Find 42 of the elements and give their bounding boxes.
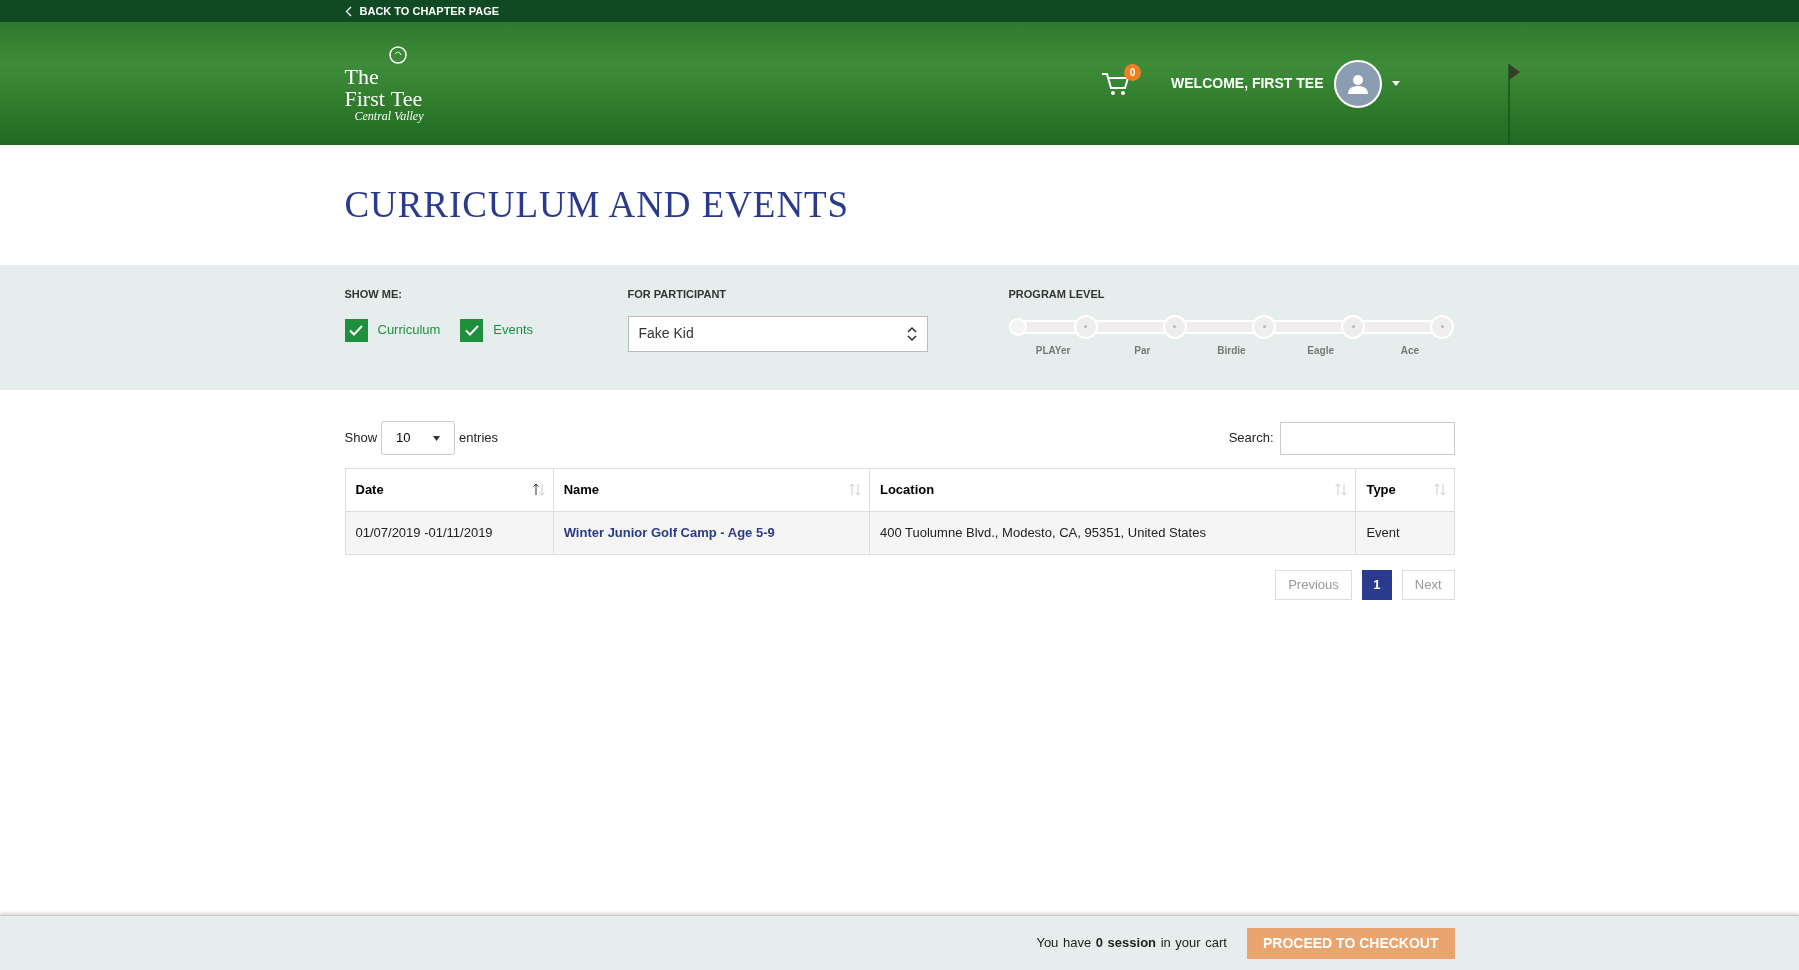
sort-icon[interactable] — [532, 483, 545, 496]
flag-icon — [1506, 64, 1521, 144]
program-level-slider[interactable] — [1008, 314, 1455, 339]
slider-thumb[interactable] — [1008, 317, 1027, 336]
table-cell: 01/07/2019 -01/11/2019 — [355, 525, 493, 541]
level-label: Eagle — [1307, 343, 1335, 358]
level-label: Ace — [1400, 343, 1420, 358]
cart-count-badge: 0 — [1124, 63, 1142, 81]
participant-select[interactable]: Fake Kid — [627, 315, 928, 352]
cart-message: You have 0 session in your cart — [1036, 934, 1227, 953]
participant-label: FOR PARTICIPANT — [627, 287, 728, 302]
table-cell: Event — [1366, 525, 1400, 541]
caret-icon — [433, 435, 441, 441]
level-label: Par — [1134, 343, 1151, 358]
check-icon — [464, 324, 479, 336]
entries-select[interactable]: 10 — [381, 421, 456, 455]
level-label: Birdie — [1217, 343, 1246, 358]
entries-label: entries — [459, 429, 499, 448]
logo: The First Tee Central Valley — [344, 45, 424, 122]
welcome-text: WELCOME, FIRST TEE — [1171, 74, 1324, 93]
checkbox-label: Events — [493, 321, 534, 340]
check-icon — [349, 324, 363, 336]
checkbox[interactable] — [344, 318, 368, 342]
show-me-label: SHOW ME: — [344, 287, 403, 302]
checkbox[interactable] — [460, 318, 484, 342]
updown-icon — [906, 326, 917, 341]
caret-icon[interactable] — [1391, 81, 1400, 86]
column-header[interactable]: Location — [869, 468, 1356, 512]
table-cell: 400 Tuolumne Blvd., Modesto, CA, 95351, United States — [879, 525, 1206, 541]
search-field[interactable] — [1279, 421, 1455, 455]
column-header[interactable]: Type — [1355, 468, 1454, 512]
search-label: Search: — [1228, 429, 1274, 448]
page-button[interactable]: 1 — [1361, 570, 1392, 600]
show-label: Show — [344, 429, 378, 448]
chevron-left-icon — [344, 5, 352, 17]
column-header[interactable]: Name — [553, 468, 870, 512]
level-label: PLAYer — [1035, 343, 1071, 358]
program-level-label: PROGRAM LEVEL — [1008, 287, 1106, 302]
back-link[interactable]: BACK TO CHAPTER PAGE — [344, 2, 500, 20]
page-title: CURRICULUM AND EVENTS — [344, 183, 851, 228]
checkbox-label: Curriculum — [377, 321, 441, 340]
column-header[interactable]: Date — [345, 468, 554, 512]
